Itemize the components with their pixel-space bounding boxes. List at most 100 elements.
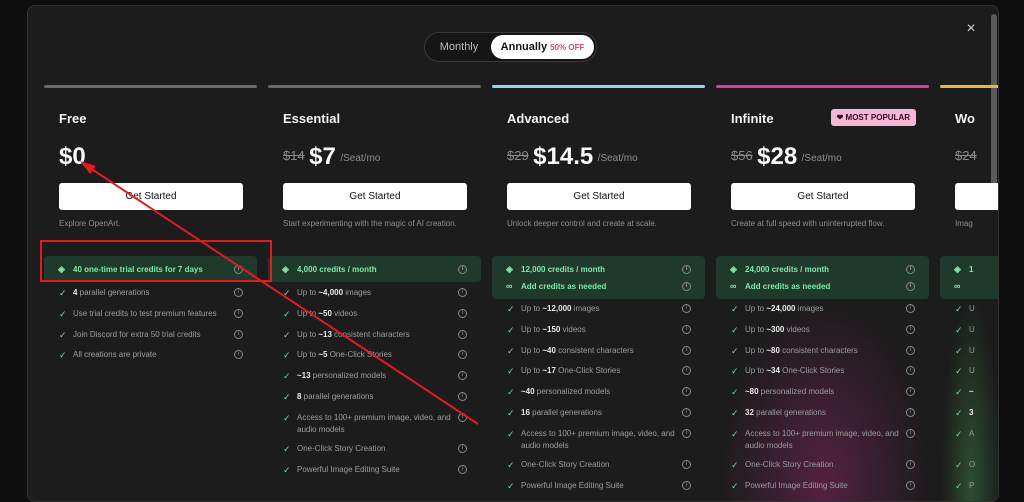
check-icon: ✓ [507, 387, 515, 398]
old-price: $24 [955, 148, 977, 163]
info-icon[interactable]: i [682, 366, 691, 376]
feature-text: P [969, 480, 975, 490]
old-price: $29 [507, 148, 529, 163]
feature-item: ✓Oi [940, 459, 998, 480]
info-icon[interactable]: i [234, 329, 243, 339]
credit-text: 1 [969, 265, 974, 274]
info-icon[interactable]: i [682, 480, 691, 490]
feature-value: ~13 [318, 329, 332, 339]
feature-item: ✓ Up to ~50 videos i [268, 308, 481, 329]
check-icon: ✓ [731, 459, 739, 470]
info-icon[interactable]: i [458, 443, 467, 453]
check-icon: ✓ [731, 480, 739, 491]
info-icon[interactable]: i [458, 308, 467, 318]
feature-value: ~ [969, 387, 974, 397]
most-popular-badge: ❤ MOST POPULAR [830, 109, 916, 126]
feature-prefix: U [969, 366, 975, 376]
get-started-button[interactable]: Get Started [283, 183, 467, 210]
get-started-button[interactable]: Get Started [59, 183, 243, 210]
infinity-icon: ∞ [954, 281, 961, 291]
feature-value: ~300 [766, 324, 785, 334]
info-icon[interactable]: i [458, 329, 467, 339]
feature-item: ✓ 32 parallel generations i [716, 407, 929, 428]
info-icon[interactable]: i [458, 371, 467, 381]
info-icon[interactable]: i [458, 464, 467, 474]
info-icon[interactable]: i [906, 407, 915, 417]
feature-text: All creations are private [73, 350, 157, 360]
heart-icon: ❤ [836, 113, 844, 122]
feature-text: One-Click Stories [555, 366, 621, 376]
check-icon: ✓ [731, 366, 739, 377]
credit-row: ◈ 24,000 credits / month i [716, 261, 929, 278]
info-icon[interactable]: i [682, 265, 691, 274]
credit-row: ∞i [940, 278, 998, 295]
info-icon[interactable]: i [234, 308, 243, 318]
annually-option[interactable]: Annually 50% OFF [491, 35, 594, 59]
feature-item: ✓ Up to ~150 videos i [492, 324, 705, 345]
feature-item: ✓Ui [940, 303, 998, 324]
info-icon[interactable]: i [906, 345, 915, 355]
check-icon: ✓ [507, 324, 515, 335]
feature-text: parallel generations [529, 407, 602, 417]
info-icon[interactable]: i [682, 304, 691, 313]
check-icon: ✓ [731, 304, 739, 314]
info-icon[interactable]: i [906, 282, 915, 291]
feature-text: consistent characters [779, 345, 858, 355]
info-icon[interactable]: i [906, 480, 915, 490]
info-icon[interactable]: i [682, 387, 691, 397]
feature-text: videos [331, 308, 358, 318]
info-icon[interactable]: i [682, 407, 691, 417]
feature-item: ✓Ui [940, 365, 998, 386]
info-icon[interactable]: i [458, 288, 467, 297]
info-icon[interactable]: i [906, 459, 915, 469]
billing-toggle[interactable]: Monthly Annually 50% OFF [424, 32, 597, 62]
info-icon[interactable]: i [682, 428, 691, 438]
feature-item: ✓ 8 parallel generations i [268, 391, 481, 412]
info-icon[interactable]: i [682, 459, 691, 469]
info-icon[interactable]: i [458, 350, 467, 360]
info-icon[interactable]: i [458, 412, 467, 422]
plan-card-essential: Essential $14 $7 /Seat/mo Get Started Start… [268, 85, 481, 501]
credit-row: ∞ Add credits as needed i [492, 278, 705, 295]
get-started-button[interactable]: Get Started [507, 183, 691, 210]
feature-item: ✓ Use trial credits to test premium featu… [44, 308, 257, 329]
check-icon: ✓ [507, 480, 515, 491]
get-started-button[interactable] [955, 183, 998, 210]
diamond-icon: ◈ [730, 264, 737, 274]
annotation-highlight-box [40, 240, 272, 282]
info-icon[interactable]: i [234, 288, 243, 297]
info-icon[interactable]: i [682, 282, 691, 291]
info-icon[interactable]: i [906, 324, 915, 334]
feature-value: ~12,000 [542, 304, 572, 313]
feature-item: ✓Ai [940, 428, 998, 459]
get-started-button[interactable]: Get Started [731, 183, 915, 210]
info-icon[interactable]: i [906, 428, 915, 438]
diamond-icon: ◈ [282, 264, 289, 274]
check-icon: ✓ [507, 366, 515, 377]
info-icon[interactable]: i [234, 350, 243, 360]
info-icon[interactable]: i [906, 304, 915, 313]
feature-item: ✓ Up to ~300 videos i [716, 324, 929, 345]
info-icon[interactable]: i [682, 324, 691, 334]
badge-label: MOST POPULAR [845, 113, 910, 122]
feature-item: ✓ Access to 100+ premium image, video, an… [716, 428, 929, 459]
feature-prefix: Up to [297, 329, 319, 339]
feature-item: ✓ Up to ~34 One-Click Stories i [716, 365, 929, 386]
feature-prefix: Up to [297, 350, 319, 360]
info-icon[interactable]: i [906, 366, 915, 376]
check-icon: ✓ [955, 304, 963, 314]
feature-item: ✓ 16 parallel generations i [492, 407, 705, 428]
info-icon[interactable]: i [458, 265, 467, 274]
info-icon[interactable]: i [682, 345, 691, 355]
check-icon: ✓ [955, 480, 963, 491]
plan-tagline: Unlock deeper control and create at scal… [507, 219, 657, 228]
plan-card-advanced: Advanced $29 $14.5 /Seat/mo Get Started Unl… [492, 85, 705, 501]
info-icon[interactable]: i [458, 391, 467, 401]
info-icon[interactable]: i [906, 265, 915, 274]
feature-item: ✓ Up to ~17 One-Click Stories i [492, 365, 705, 386]
feature-value: ~13 [297, 371, 311, 381]
monthly-option[interactable]: Monthly [431, 35, 487, 59]
close-icon[interactable]: × [964, 21, 978, 37]
info-icon[interactable]: i [906, 387, 915, 397]
check-icon: ✓ [59, 288, 67, 298]
